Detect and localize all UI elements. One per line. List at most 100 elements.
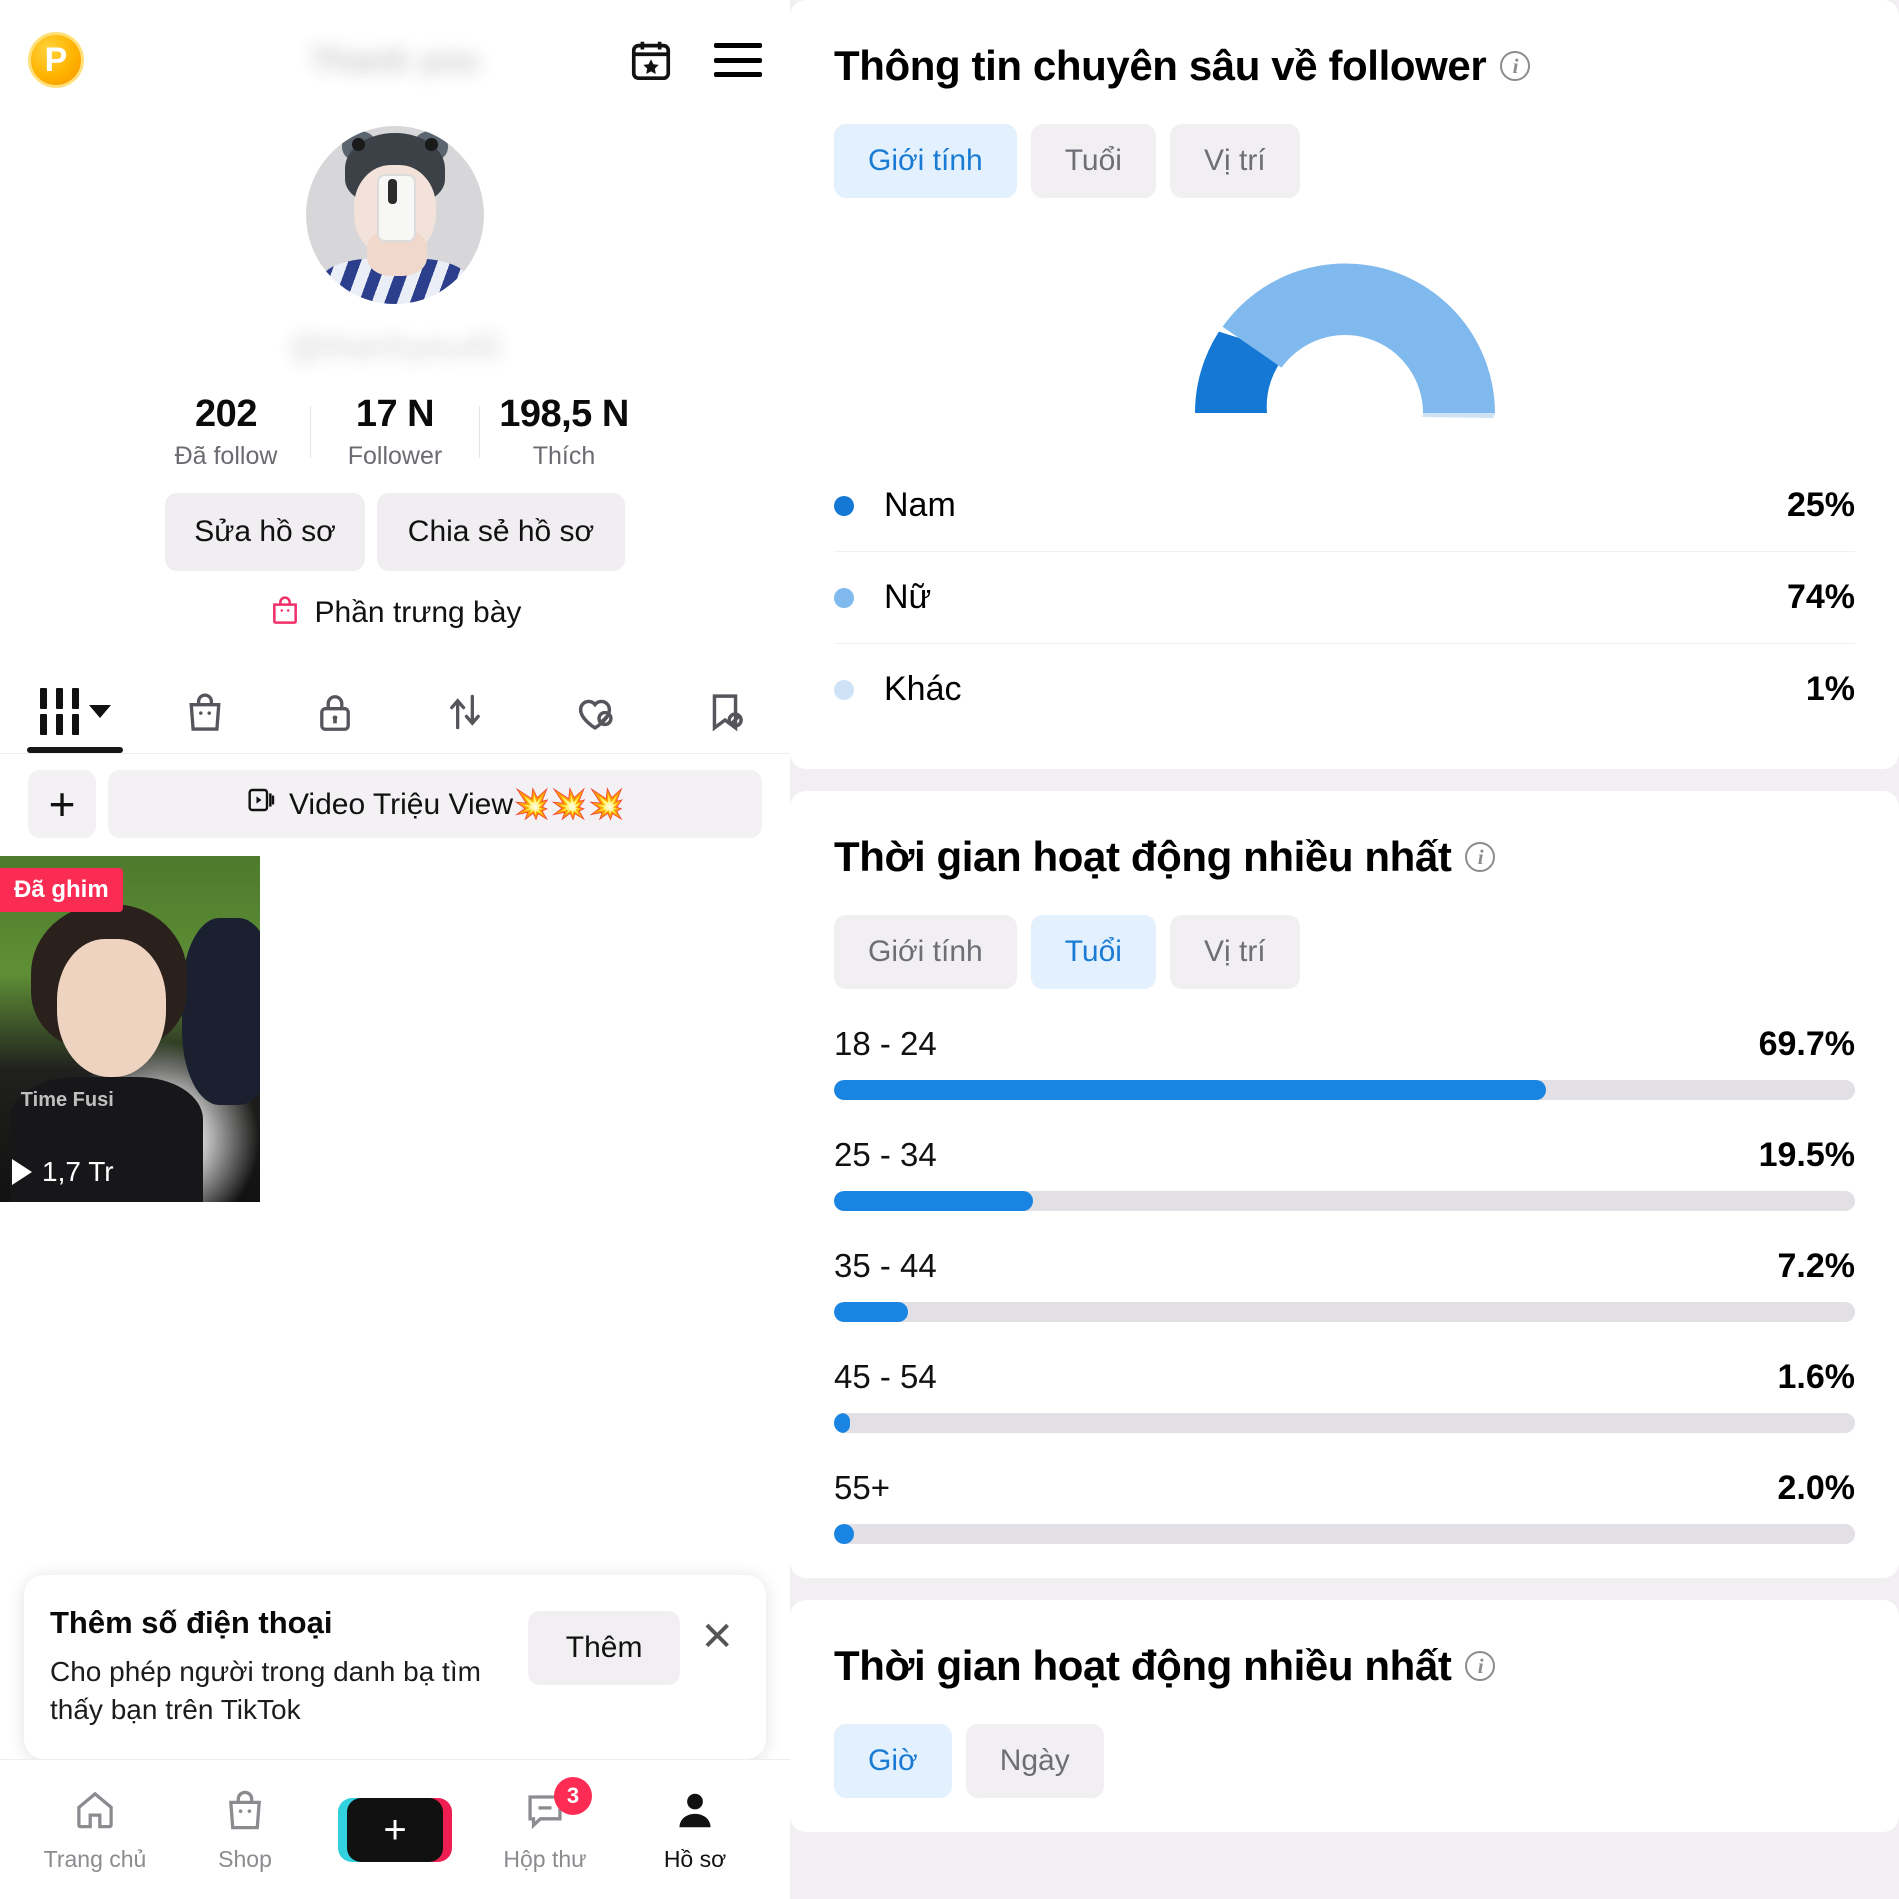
nav-inbox[interactable]: 3 Hộp thư — [470, 1776, 620, 1873]
playlist-chip[interactable]: Video Triệu View💥💥💥 — [108, 770, 762, 838]
add-playlist-button[interactable]: + — [28, 770, 96, 838]
app-screen: P Thank you @thanhyeu45 202 Đã follow 17… — [0, 0, 1899, 1899]
age-bar-row: 25 - 34 19.5% — [834, 1136, 1855, 1211]
tab-videos[interactable] — [10, 662, 140, 753]
age-bar-row: 55+ 2.0% — [834, 1469, 1855, 1544]
nav-label: Hồ sơ — [663, 1845, 727, 1872]
playlist-row: + Video Triệu View💥💥💥 — [0, 754, 790, 856]
follower-insights-card: Thông tin chuyên sâu về follower i Giới … — [790, 0, 1899, 769]
info-icon[interactable]: i — [1500, 51, 1531, 81]
legend-dot-female — [834, 587, 854, 608]
stat-value: 202 — [195, 393, 257, 435]
gender-gauge-chart — [834, 228, 1855, 428]
card-title-text: Thời gian hoạt động nhiều nhất — [834, 1642, 1452, 1689]
age-bar-row: 45 - 54 1.6% — [834, 1358, 1855, 1433]
bar-fill — [834, 1080, 1546, 1100]
nav-label: Shop — [218, 1845, 272, 1872]
segment-location[interactable]: Vị trí — [1169, 915, 1300, 989]
repost-arrows-icon — [443, 689, 487, 735]
thumbnail-overlay-text: Time Fusi — [20, 1089, 114, 1112]
video-playlist-icon — [245, 783, 277, 825]
profile-person-icon — [672, 1787, 718, 1838]
bar-fill — [834, 1302, 908, 1322]
stat-followers[interactable]: 17 N Follower — [311, 393, 479, 471]
legend-value: 74% — [1786, 578, 1855, 616]
stat-following[interactable]: 202 Đã follow — [142, 393, 310, 471]
segment-gender[interactable]: Giới tính — [834, 915, 1017, 989]
add-phone-card: Thêm số điện thoại Cho phép người trong … — [24, 1575, 766, 1759]
legend-item: Khác 1% — [834, 644, 1855, 735]
avatar-container — [0, 126, 790, 304]
segment-age[interactable]: Tuổi — [1030, 915, 1156, 989]
most-active-age-segments: Giới tính Tuổi Vị trí — [834, 915, 1855, 989]
bar-track — [834, 1191, 1855, 1211]
age-percent: 1.6% — [1777, 1358, 1856, 1396]
card-title-text: Thời gian hoạt động nhiều nhất — [834, 833, 1452, 880]
active-tab-underline — [27, 747, 123, 753]
legend-item: Nam 25% — [834, 460, 1855, 552]
heart-hidden-icon — [572, 689, 618, 735]
legend-label: Khác — [884, 670, 962, 708]
legend-label: Nữ — [884, 578, 932, 616]
legend-value: 25% — [1786, 486, 1855, 524]
age-percent: 69.7% — [1758, 1025, 1855, 1063]
nav-profile[interactable]: Hồ sơ — [620, 1787, 770, 1873]
stat-value: 198,5 N — [499, 393, 629, 435]
age-percent: 7.2% — [1777, 1247, 1856, 1285]
avatar[interactable] — [306, 126, 484, 304]
nav-shop[interactable]: Shop — [170, 1787, 320, 1873]
age-range-label: 35 - 44 — [834, 1247, 937, 1284]
chevron-down-icon — [88, 705, 111, 718]
stat-likes[interactable]: 198,5 N Thích — [480, 393, 648, 471]
profile-stats: 202 Đã follow 17 N Follower 198,5 N Thíc… — [0, 393, 790, 471]
segment-hour[interactable]: Giờ — [834, 1724, 952, 1798]
segment-gender[interactable]: Giới tính — [834, 124, 1017, 198]
most-active-age-card: Thời gian hoạt động nhiều nhất i Giới tí… — [790, 791, 1899, 1578]
gender-legend: Nam 25% Nữ 74% Khác 1% — [834, 460, 1855, 735]
tab-private[interactable] — [270, 662, 400, 753]
nav-label: Trang chủ — [43, 1845, 147, 1872]
edit-profile-button[interactable]: Sửa hồ sơ — [165, 493, 365, 571]
add-phone-title: Thêm số điện thoại — [50, 1605, 333, 1641]
card-title-text: Thông tin chuyên sâu về follower — [834, 42, 1487, 89]
follower-insights-segments: Giới tính Tuổi Vị trí — [834, 124, 1855, 198]
nav-create[interactable]: + — [320, 1797, 470, 1862]
profile-tab-row — [0, 662, 790, 754]
video-thumbnail[interactable]: Time Fusi Đã ghim 1,7 Tr — [0, 856, 260, 1202]
info-icon[interactable]: i — [1465, 1651, 1496, 1681]
follower-insights-title: Thông tin chuyên sâu về follower i — [834, 42, 1855, 90]
hamburger-menu-icon[interactable] — [714, 43, 762, 77]
info-icon[interactable]: i — [1465, 842, 1496, 872]
calendar-star-icon[interactable] — [628, 37, 674, 83]
legend-value: 1% — [1805, 670, 1855, 708]
topbar-actions — [628, 37, 762, 83]
tab-reposts[interactable] — [400, 662, 530, 753]
nav-label: Hộp thư — [503, 1845, 587, 1872]
tiktok-profile-pane: P Thank you @thanhyeu45 202 Đã follow 17… — [0, 0, 790, 1899]
analytics-pane: Thông tin chuyên sâu về follower i Giới … — [790, 0, 1899, 1899]
profile-topbar: P Thank you — [0, 0, 790, 120]
legend-dot-other — [834, 679, 854, 700]
share-profile-button[interactable]: Chia sẻ hồ sơ — [377, 493, 625, 571]
age-percent: 19.5% — [1758, 1136, 1855, 1174]
bar-fill — [834, 1413, 851, 1433]
most-active-age-title: Thời gian hoạt động nhiều nhất i — [834, 833, 1855, 881]
age-range-label: 55+ — [834, 1469, 890, 1506]
segment-day[interactable]: Ngày — [965, 1724, 1104, 1798]
legend-dot-male — [834, 495, 854, 516]
tab-saved[interactable] — [660, 662, 790, 753]
segment-age[interactable]: Tuổi — [1030, 124, 1156, 198]
video-grid: Time Fusi Đã ghim 1,7 Tr — [0, 856, 790, 1202]
close-icon[interactable]: ✕ — [694, 1617, 740, 1657]
segment-location[interactable]: Vị trí — [1169, 124, 1300, 198]
showcase-row[interactable]: Phần trưng bày — [0, 593, 790, 632]
bar-track — [834, 1302, 1855, 1322]
create-plus-icon[interactable]: + — [339, 1797, 443, 1862]
add-phone-button[interactable]: Thêm — [527, 1611, 681, 1686]
shopping-bag-icon — [183, 689, 227, 735]
tab-shop[interactable] — [140, 662, 270, 753]
tab-liked[interactable] — [530, 662, 660, 753]
bar-fill — [834, 1524, 855, 1544]
stat-label: Thích — [532, 442, 596, 470]
nav-home[interactable]: Trang chủ — [20, 1787, 170, 1873]
